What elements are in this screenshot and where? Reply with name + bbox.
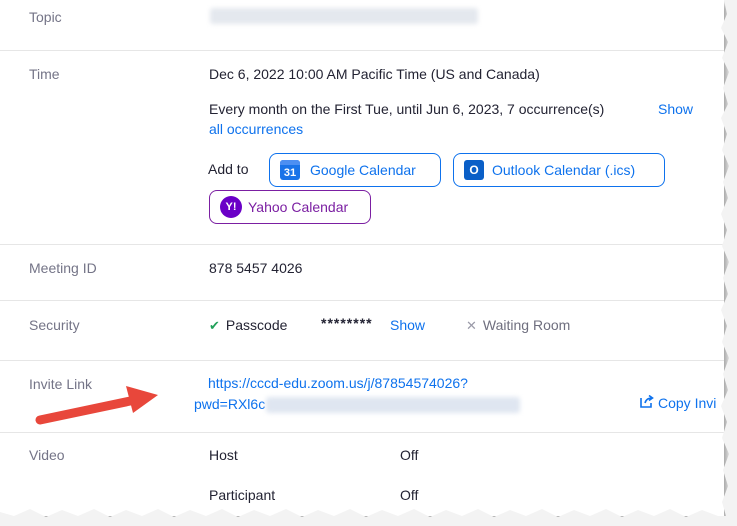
arrow-head [126, 386, 158, 413]
annotation-arrow [35, 386, 158, 425]
arrow-shaft [35, 395, 140, 425]
